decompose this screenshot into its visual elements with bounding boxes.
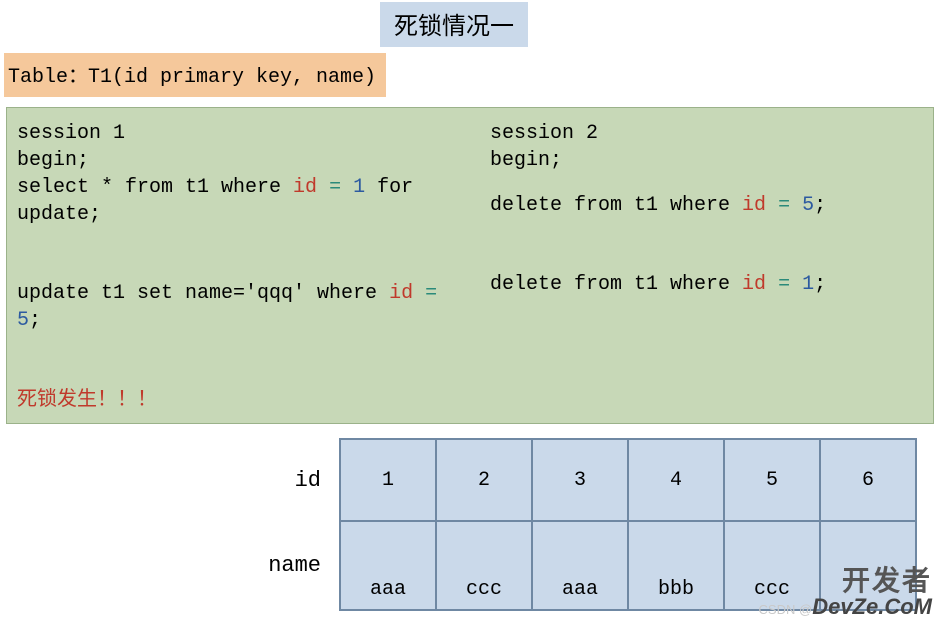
cell-id-1: 2 [436, 439, 532, 521]
table-schema: Table：T1(id primary key, name) [4, 53, 386, 97]
sessions-panel: session 1 begin; select * from t1 where … [6, 107, 934, 424]
session-2-stmt-2: delete from t1 where id = 1; [490, 271, 923, 298]
session-1-name: session 1 [17, 120, 450, 147]
page-title: 死锁情况一 [380, 2, 528, 47]
deadlock-note: 死锁发生！！！ [17, 386, 450, 413]
table-row-id: id 1 2 3 4 5 6 [210, 439, 916, 521]
cell-name-1: ccc [436, 521, 532, 610]
cell-id-3: 4 [628, 439, 724, 521]
watermark-csdn: CSDN @ [759, 602, 813, 617]
cell-name-0: aaa [340, 521, 436, 610]
cell-name-3: bbb [628, 521, 724, 610]
session-2-begin: begin; [490, 147, 923, 174]
watermark: 开发者 CSDN @DevZe.CoM [759, 566, 932, 619]
cell-id-2: 3 [532, 439, 628, 521]
row-label-name: name [210, 521, 340, 610]
watermark-top: 开发者 [759, 566, 932, 595]
session-1-stmt-2: update t1 set name='qqq' where id = 5; [17, 280, 450, 334]
watermark-bottom: DevZe.CoM [812, 594, 932, 619]
session-1-column: session 1 begin; select * from t1 where … [17, 120, 450, 413]
session-2-stmt-1: delete from t1 where id = 5; [490, 192, 923, 219]
cell-name-2: aaa [532, 521, 628, 610]
cell-id-4: 5 [724, 439, 820, 521]
session-2-name: session 2 [490, 120, 923, 147]
cell-id-5: 6 [820, 439, 916, 521]
row-label-id: id [210, 439, 340, 521]
session-1-stmt-1: select * from t1 where id = 1 for update… [17, 174, 450, 228]
session-2-column: session 2 begin; delete from t1 where id… [490, 120, 923, 413]
cell-id-0: 1 [340, 439, 436, 521]
session-1-begin: begin; [17, 147, 450, 174]
